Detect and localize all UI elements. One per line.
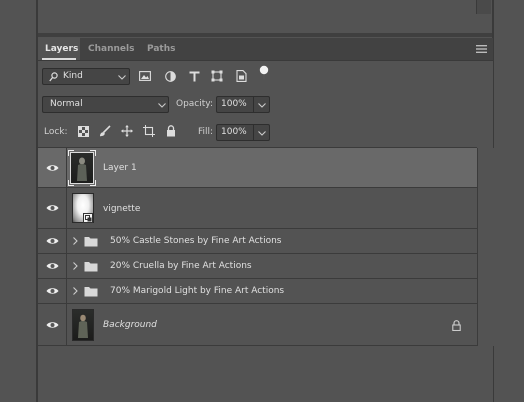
chevron-down-icon	[157, 101, 167, 109]
opacity-value: 100%	[221, 99, 247, 109]
blend-mode-value: Normal	[50, 99, 83, 109]
folder-icon	[84, 235, 98, 247]
opacity-label: Opacity:	[176, 99, 213, 109]
fill-label: Fill:	[198, 127, 214, 137]
opacity-dropdown-divider	[253, 97, 254, 112]
kind-filter-label: Kind	[63, 71, 83, 81]
shape-filter-icon[interactable]	[210, 69, 224, 83]
tab-channels[interactable]: Channels	[88, 38, 134, 60]
layer-list: Layer 1 vignette 50% Castle Stones by Fi…	[38, 148, 477, 346]
tab-layers[interactable]: Layers	[38, 38, 80, 60]
eye-icon	[46, 288, 58, 294]
layer-row[interactable]: 50% Castle Stones by Fine Art Actions	[38, 229, 477, 254]
layer-row[interactable]: vignette	[38, 188, 477, 229]
lock-position-icon[interactable]	[120, 124, 134, 138]
chevron-right-icon[interactable]	[71, 236, 79, 246]
kind-filter-select[interactable]: Kind	[42, 68, 130, 85]
eye-icon	[46, 164, 58, 171]
layer-name[interactable]: Layer 1	[103, 162, 137, 174]
layer-name[interactable]: Background	[103, 319, 157, 331]
thumbnail-selection-corners	[67, 149, 97, 187]
visibility-toggle[interactable]	[38, 229, 67, 253]
tab-paths-label: Paths	[147, 44, 176, 54]
eye-icon	[46, 263, 58, 269]
smart-object-filter-icon[interactable]	[234, 69, 248, 83]
tab-layers-label: Layers	[45, 44, 79, 54]
blend-mode-select[interactable]: Normal	[42, 96, 169, 113]
filter-toggle-icon[interactable]	[258, 65, 270, 83]
layers-panel: Layers Channels Paths Kind Normal Opacit…	[38, 38, 494, 402]
layer-thumbnail	[72, 309, 94, 341]
layer-name[interactable]: 50% Castle Stones by Fine Art Actions	[110, 235, 281, 247]
visibility-toggle[interactable]	[38, 148, 67, 187]
layer-name[interactable]: 20% Cruella by Fine Art Actions	[110, 260, 252, 272]
lock-label: Lock:	[44, 127, 68, 137]
chevron-down-icon[interactable]	[256, 129, 267, 137]
fill-value: 100%	[221, 127, 247, 137]
folder-icon	[84, 260, 98, 272]
layer-row[interactable]: 70% Marigold Light by Fine Art Actions	[38, 279, 477, 304]
lock-icon[interactable]	[450, 319, 462, 331]
eye-icon	[46, 205, 58, 211]
chevron-right-icon[interactable]	[71, 286, 79, 296]
lock-artboard-icon[interactable]	[142, 124, 156, 138]
layer-name[interactable]: vignette	[103, 203, 140, 215]
tab-channels-label: Channels	[88, 44, 135, 54]
adjustment-filter-icon[interactable]	[163, 69, 177, 83]
panel-scroll-stub[interactable]	[476, 0, 491, 14]
image-filter-icon[interactable]	[138, 69, 152, 83]
layer-row[interactable]: 20% Cruella by Fine Art Actions	[38, 254, 477, 279]
chevron-down-icon	[117, 73, 127, 81]
lock-all-icon[interactable]	[164, 124, 178, 138]
layer-row[interactable]: Layer 1	[38, 148, 477, 188]
hamburger-menu-icon[interactable]	[474, 43, 488, 55]
chevron-right-icon[interactable]	[71, 261, 79, 271]
layer-name[interactable]: 70% Marigold Light by Fine Art Actions	[110, 285, 284, 297]
layer-row[interactable]: Background	[38, 304, 477, 346]
top-panel-bottom-edge	[38, 33, 492, 37]
visibility-toggle[interactable]	[38, 188, 67, 228]
smart-object-badge-icon	[83, 213, 93, 223]
visibility-toggle[interactable]	[38, 254, 67, 278]
search-icon	[48, 71, 58, 82]
opacity-field[interactable]: 100%	[216, 96, 270, 113]
eye-icon	[46, 321, 58, 328]
visibility-toggle[interactable]	[38, 304, 67, 345]
fill-field[interactable]: 100%	[216, 124, 270, 141]
eye-icon	[46, 238, 58, 244]
lock-transparent-pixels-icon[interactable]	[76, 124, 90, 138]
tab-paths[interactable]: Paths	[147, 38, 176, 60]
folder-icon	[84, 285, 98, 297]
panel-tab-bar: Layers Channels Paths	[38, 38, 493, 61]
lock-image-pixels-icon[interactable]	[98, 124, 112, 138]
visibility-toggle[interactable]	[38, 279, 67, 303]
type-filter-icon[interactable]	[187, 69, 201, 83]
chevron-down-icon[interactable]	[256, 101, 267, 109]
fill-dropdown-divider	[253, 125, 254, 140]
layer-list-scroll-gutter[interactable]	[477, 148, 494, 346]
